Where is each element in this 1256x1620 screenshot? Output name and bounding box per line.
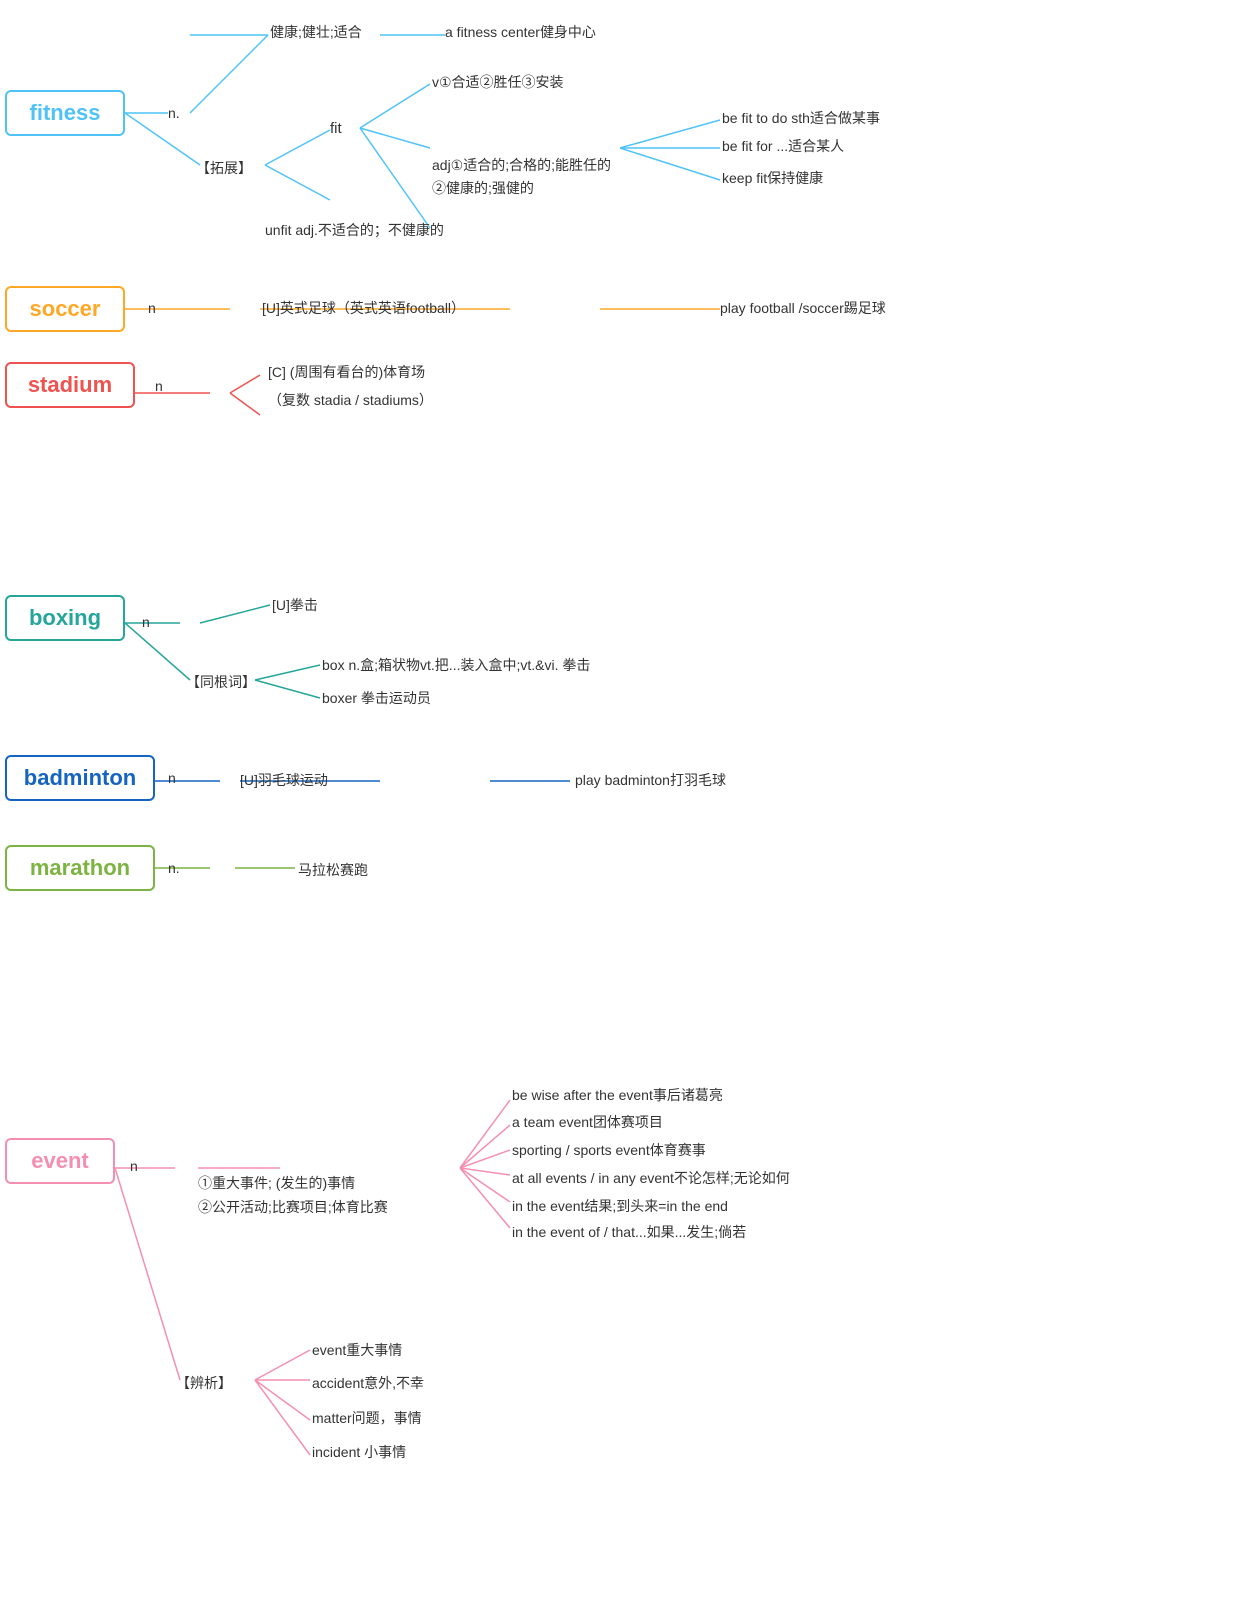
boxing-pos: n: [142, 614, 150, 630]
badminton-label: badminton: [24, 765, 136, 791]
fitness-expand: 【拓展】: [196, 158, 252, 178]
boxing-def: [U]拳击: [272, 595, 318, 615]
badminton-play: play badminton打羽毛球: [575, 770, 726, 790]
fitness-node: fitness: [5, 90, 125, 136]
event-b3: matter问题，事情: [312, 1408, 422, 1428]
stadium-def2: （复数 stadia / stadiums）: [268, 390, 433, 410]
badminton-node: badminton: [5, 755, 155, 801]
event-e3: sporting / sports event体育赛事: [512, 1140, 706, 1160]
event-b4: incident 小事情: [312, 1442, 406, 1462]
boxer-def: boxer 拳击运动员: [322, 688, 431, 708]
fitness-label: fitness: [30, 100, 101, 126]
fitness-center: a fitness center健身中心: [445, 22, 596, 42]
event-bianxi: 【辨析】: [176, 1373, 232, 1393]
fit-v: v①合适②胜任③安装: [432, 72, 564, 92]
event-e1: be wise after the event事后诸葛亮: [512, 1085, 723, 1105]
unfit: unfit adj.不适合的；不健康的: [265, 220, 444, 240]
stadium-node: stadium: [5, 362, 135, 408]
fit-label: fit: [330, 120, 342, 137]
boxing-related: 【同根词】: [186, 672, 256, 692]
soccer-node: soccer: [5, 286, 125, 332]
fit-be2: be fit for ...适合某人: [722, 136, 844, 156]
event-b1: event重大事情: [312, 1340, 402, 1360]
event-def: ①重大事件; (发生的)事情 ②公开活动;比赛项目;体育比赛: [198, 1148, 388, 1219]
box-def: box n.盒;箱状物vt.把...装入盒中;vt.&vi. 拳击: [322, 655, 590, 675]
stadium-label: stadium: [28, 372, 112, 398]
event-e4: at all events / in any event不论怎样;无论如何: [512, 1168, 790, 1188]
marathon-node: marathon: [5, 845, 155, 891]
boxing-label: boxing: [29, 605, 101, 631]
fit-be1: be fit to do sth适合做某事: [722, 108, 880, 128]
soccer-play: play football /soccer踢足球: [720, 298, 886, 318]
fit-keep: keep fit保持健康: [722, 168, 823, 188]
stadium-pos: n: [155, 378, 163, 394]
badminton-def: [U]羽毛球运动: [240, 770, 328, 790]
fitness-pos: n.: [168, 105, 180, 121]
marathon-def: 马拉松赛跑: [298, 860, 368, 880]
fit-adj: adj①适合的;合格的;能胜任的 ②健康的;强健的: [432, 132, 611, 199]
badminton-pos: n: [168, 770, 176, 786]
soccer-def: [U]英式足球（英式英语football）: [262, 298, 465, 318]
soccer-pos: n: [148, 300, 156, 316]
event-e5: in the event结果;到头来=in the end: [512, 1196, 728, 1216]
marathon-pos: n.: [168, 860, 180, 876]
stadium-def1: [C] (周围有看台的)体育场: [268, 362, 425, 382]
mind-map: fitness n. 健康;健壮;适合 a fitness center健身中心…: [0, 0, 1256, 1620]
fitness-health: 健康;健壮;适合: [270, 22, 362, 42]
soccer-label: soccer: [30, 296, 101, 322]
event-e2: a team event团体赛项目: [512, 1112, 663, 1132]
event-b2: accident意外,不幸: [312, 1373, 424, 1393]
event-node: event: [5, 1138, 115, 1184]
event-pos: n: [130, 1158, 138, 1174]
boxing-node: boxing: [5, 595, 125, 641]
marathon-label: marathon: [30, 855, 130, 881]
event-label: event: [31, 1148, 88, 1174]
event-e6: in the event of / that...如果...发生;倘若: [512, 1222, 746, 1242]
